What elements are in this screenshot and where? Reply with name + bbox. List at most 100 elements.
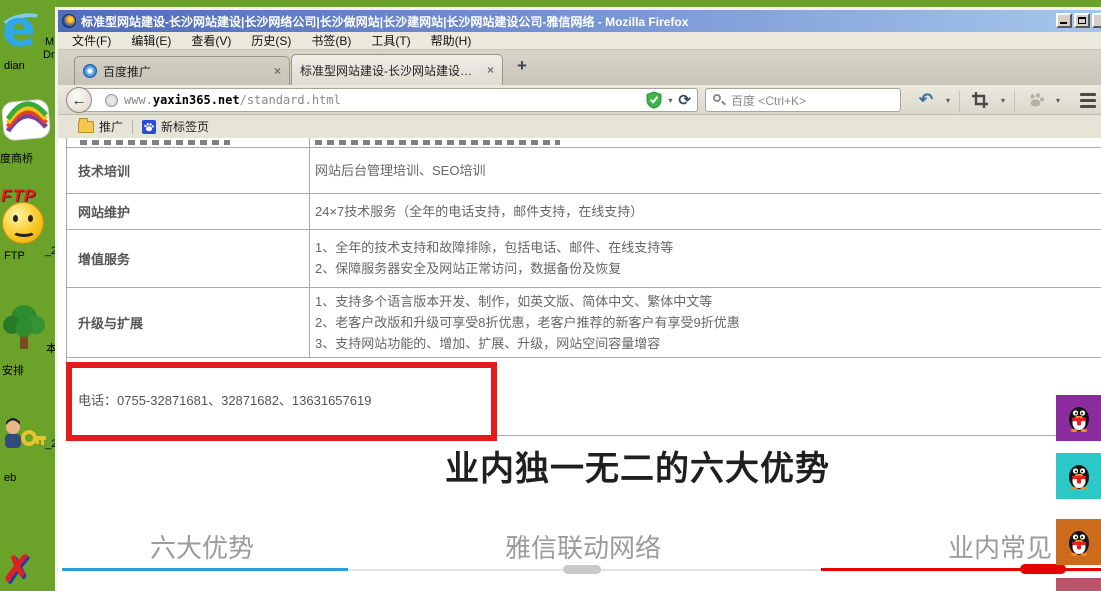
tab-slider-handle-gray[interactable] [563, 565, 601, 574]
menu-file[interactable]: 文件(F) [72, 32, 111, 49]
tree-icon-label: 安排 [2, 362, 24, 378]
tab-label: 百度推广 [103, 63, 151, 80]
search-bar[interactable]: 百度 <Ctrl+K> [705, 88, 901, 112]
key-person-icon[interactable] [0, 416, 48, 458]
qq-penguin-icon [1066, 404, 1092, 432]
table-column-divider [309, 138, 310, 357]
table-row-content: 1、支持多个语言版本开发、制作，如英文版、简体中文、繁体中文等 2、老客户改版和… [315, 287, 740, 357]
screenshot-crop-button[interactable] [968, 89, 992, 111]
table-cell-line: 1、支持多个语言版本开发、制作，如英文版、简体中文、繁体中文等 [315, 291, 740, 312]
table-row-label: 网站维护 [78, 193, 130, 229]
tab-baidu-tuiguang[interactable]: 百度推广 × [74, 56, 290, 85]
bookmarks-separator [132, 120, 133, 134]
clipped-text-remnant [315, 140, 560, 145]
table-row-label: 增值服务 [78, 229, 130, 287]
address-bar[interactable]: www.yaxin365.net/standard.html ▾ ⟳ [80, 88, 698, 112]
hamburger-menu-button[interactable] [1076, 89, 1100, 111]
minimize-button[interactable] [1056, 13, 1072, 28]
crop-dropdown-caret-icon[interactable]: ▾ [997, 89, 1009, 111]
tab-strip: 百度推广 × 标准型网站建设-长沙网站建设… × + [58, 50, 1101, 85]
toolbar-separator [1014, 91, 1015, 113]
table-cell-line: 3、支持网站功能的、增加、扩展、升级，网站空间容量增容 [315, 333, 740, 354]
baidu-bridge-label: 度商桥 [0, 150, 33, 166]
table-cell-line: 1、全年的技术支持和故障排除，包括电话、邮件、在线支持等 [315, 237, 673, 258]
tab-standard-site[interactable]: 标准型网站建设-长沙网站建设… × [291, 54, 503, 85]
undo-dropdown-caret-icon[interactable]: ▾ [942, 89, 954, 111]
section-heading: 业内独一无二的六大优势 [445, 441, 830, 490]
search-icon [713, 94, 725, 106]
back-button[interactable]: ← [66, 87, 92, 113]
table-cell-line: 2、老客户改版和升级可享受8折优惠，老客户推荐的新客户有享受9折优惠 [315, 312, 740, 333]
qq-service-button-2[interactable] [1056, 453, 1101, 499]
table-row-label: 技术培训 [78, 147, 130, 193]
table-row-content: 24×7技术服务（全年的电话支持，邮件支持，在线支持） [315, 193, 643, 229]
shield-dropdown-caret-icon[interactable]: ▾ [668, 96, 672, 105]
bookmark-folder-tuiguang[interactable]: 推广 [99, 118, 123, 135]
table-cell-line: 2、保障服务器安全及网站正常访问，数据备份及恢复 [315, 258, 673, 279]
qq-service-button-1[interactable] [1056, 395, 1101, 441]
menu-history[interactable]: 历史(S) [251, 32, 291, 49]
title-bar[interactable]: 标准型网站建设-长沙网站建设|长沙网络公司|长沙做网站|长沙建网站|长沙网站建设… [58, 10, 1101, 32]
url-text[interactable]: www.yaxin365.net/standard.html [124, 93, 341, 107]
globe-icon [105, 94, 118, 107]
qq-penguin-icon [1066, 462, 1092, 490]
new-tab-button[interactable]: + [510, 56, 534, 78]
menu-bookmarks[interactable]: 书签(B) [311, 32, 351, 49]
url-domain: yaxin365.net [153, 93, 240, 107]
bookmark-folder-icon [78, 121, 94, 133]
crop-icon [971, 91, 989, 109]
menu-help[interactable]: 帮助(H) [431, 32, 472, 49]
tab-slider-handle-red[interactable] [1020, 564, 1066, 574]
qq-service-button-3[interactable] [1056, 519, 1101, 565]
plugin-paw-button[interactable] [1024, 89, 1048, 111]
maximize-button[interactable] [1074, 13, 1090, 28]
close-button[interactable] [1092, 13, 1101, 28]
clipped-text-remnant [80, 140, 230, 145]
window-controls [1056, 13, 1101, 28]
ftp-icon[interactable] [2, 202, 44, 244]
table-row-content: 1、全年的技术支持和故障排除，包括电话、邮件、在线支持等 2、保障服务器安全及网… [315, 229, 673, 287]
table-cell-line: 24×7技术服务（全年的电话支持，邮件支持，在线支持） [315, 201, 643, 222]
plugin-dropdown-caret-icon[interactable]: ▾ [1052, 89, 1064, 111]
tab-label: 标准型网站建设-长沙网站建设… [300, 62, 472, 79]
ie-icon-label: dian [4, 60, 25, 72]
browser-window: 标准型网站建设-长沙网站建设|长沙网络公司|长沙做网站|长沙建网站|长沙网站建设… [55, 7, 1101, 591]
table-row-content: 网站后台管理培训、SEO培训 [315, 147, 485, 193]
security-shield-icon[interactable] [646, 91, 662, 109]
table-border-line [66, 147, 1101, 148]
ie-e-glyph: e [2, 0, 36, 58]
ie-browser-icon[interactable]: e [0, 4, 48, 58]
section-tab-yaxin-network[interactable]: 雅信联动网络 [505, 528, 661, 565]
section-tab-advantages[interactable]: 六大优势 [150, 528, 254, 565]
partial-label-m: M [45, 36, 54, 48]
tab-underline-blue [62, 568, 348, 571]
search-placeholder: 百度 <Ctrl+K> [731, 92, 806, 109]
firefox-icon [62, 14, 76, 28]
menu-view[interactable]: 查看(V) [191, 32, 231, 49]
ftp-icon-label: FTP [4, 250, 25, 262]
reload-icon[interactable]: ⟳ [678, 93, 691, 108]
back-to-top-button[interactable]: ▲ [1056, 578, 1101, 591]
page-content: 技术培训 网站后台管理培训、SEO培训 网站维护 24×7技术服务（全年的电话支… [58, 138, 1101, 591]
tab-close-icon[interactable]: × [487, 63, 494, 77]
paw-icon [1027, 92, 1045, 108]
url-prefix: www. [124, 93, 153, 107]
window-title: 标准型网站建设-长沙网站建设|长沙网络公司|长沙做网站|长沙建网站|长沙网站建设… [81, 13, 688, 30]
partial-label-dr: Dr [43, 49, 55, 61]
tree-icon[interactable] [0, 303, 48, 357]
baidu-paw-icon [142, 120, 156, 134]
table-border-line [66, 357, 1101, 358]
menu-tools[interactable]: 工具(T) [371, 32, 410, 49]
tab-close-icon[interactable]: × [274, 64, 281, 78]
menu-edit[interactable]: 编辑(E) [131, 32, 171, 49]
red-x-icon[interactable]: ✗ [2, 548, 36, 591]
section-tab-industry-faq[interactable]: 业内常见 [948, 528, 1052, 565]
phone-numbers-text: 电话：0755-32871681、32871682、13631657619 [78, 390, 371, 409]
baidu-bridge-icon[interactable] [0, 95, 52, 145]
key-icon-label: eb [4, 472, 16, 484]
navigation-bar: ← www.yaxin365.net/standard.html ▾ ⟳ 百度 … [58, 85, 1101, 115]
tab-favicon [83, 64, 97, 78]
undo-closed-tab-button[interactable]: ↶ [914, 89, 938, 111]
bookmark-new-tab-page[interactable]: 新标签页 [161, 118, 209, 135]
table-cell-line: 网站后台管理培训、SEO培训 [315, 160, 485, 181]
